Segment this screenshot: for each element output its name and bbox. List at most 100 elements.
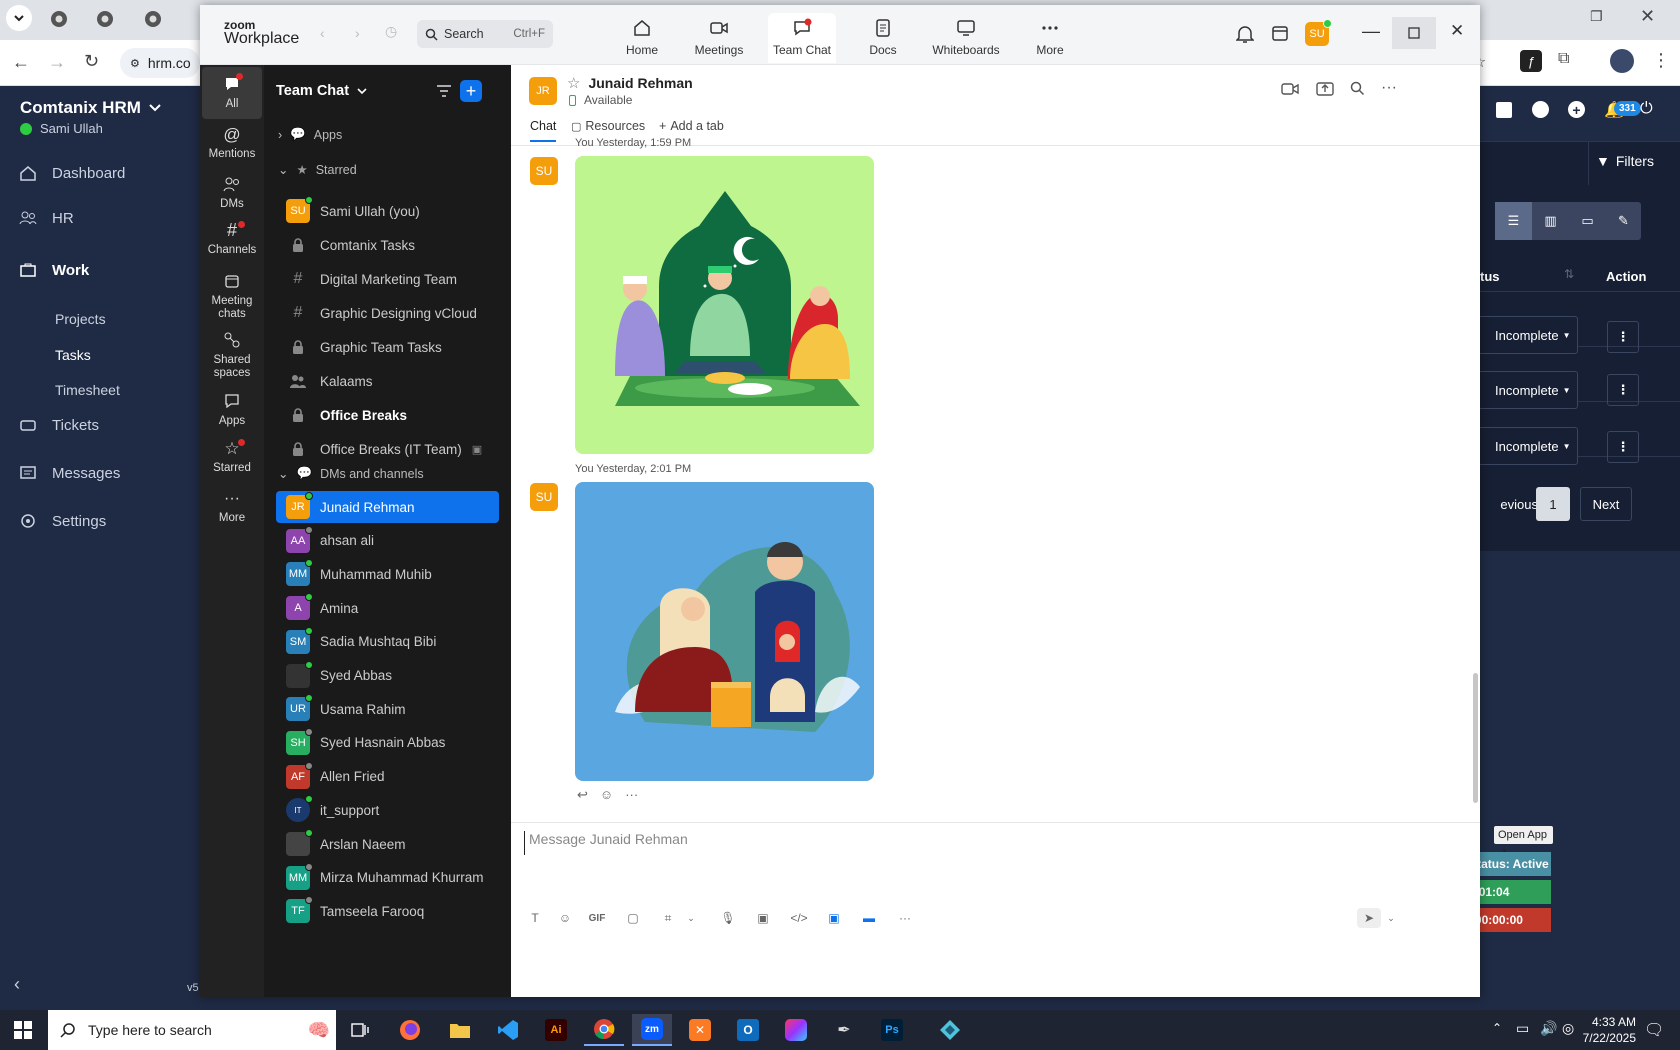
scrollbar[interactable]	[1473, 673, 1478, 803]
family-charity-illustration[interactable]	[575, 482, 874, 781]
add-icon[interactable]: +	[1568, 101, 1585, 118]
contact-name[interactable]: Junaid Rehman	[588, 75, 692, 91]
status-select[interactable]: Incomplete ▼	[1478, 316, 1578, 354]
pagination-next[interactable]: Next	[1580, 487, 1632, 521]
vscode-icon[interactable]	[488, 1014, 528, 1046]
reload-icon[interactable]: ↻	[84, 51, 99, 72]
team-chat-header[interactable]: Team Chat	[276, 83, 367, 99]
back-arrow-icon[interactable]: ←	[12, 52, 30, 73]
rail-dms[interactable]: DMs	[202, 173, 262, 211]
chrome-tab-icon[interactable]	[144, 10, 164, 30]
collapse-sidebar-icon[interactable]: ‹	[14, 974, 20, 995]
screenshot-icon[interactable]: ⌗	[658, 908, 678, 928]
rail-channels[interactable]: # Channels	[202, 219, 262, 257]
rail-more[interactable]: ··· More	[202, 487, 262, 525]
send-icon[interactable]: ➤	[1357, 908, 1381, 928]
contact-avatar[interactable]: JR	[529, 77, 557, 105]
illustrator-icon[interactable]: Ai	[536, 1014, 576, 1046]
add-tab-button[interactable]: + Add a tab	[659, 119, 724, 133]
section-starred[interactable]: ⌄ ★ Starred	[278, 162, 357, 178]
row-actions-button[interactable]: ⋮	[1607, 374, 1639, 406]
tab-meetings[interactable]: Meetings	[684, 13, 754, 63]
back-arrow-icon[interactable]: ‹	[320, 25, 325, 41]
profile-avatar[interactable]	[1610, 49, 1634, 73]
rail-apps[interactable]: Apps	[202, 390, 262, 428]
site-settings-icon[interactable]: ⚙	[130, 57, 140, 70]
url-field[interactable]: ⚙ hrm.co	[120, 48, 200, 78]
starred-item[interactable]: # Digital Marketing Team	[276, 263, 499, 295]
text-format-icon[interactable]: T	[525, 908, 545, 928]
browser-menu-icon[interactable]: ⋮	[1652, 50, 1670, 71]
photoshop-icon[interactable]: Ps	[872, 1014, 912, 1046]
chat-tab[interactable]: Chat	[530, 119, 557, 142]
open-app-button[interactable]: Open App ↗	[1494, 826, 1553, 859]
pin-icon[interactable]: ✎	[1606, 202, 1641, 240]
video-call-icon[interactable]	[1281, 82, 1299, 96]
nav-hr[interactable]: HR	[18, 208, 74, 228]
status-select[interactable]: Incomplete ▼	[1478, 371, 1578, 409]
clock-icon[interactable]	[1532, 101, 1549, 118]
calendar-view-icon[interactable]: ▭	[1569, 202, 1606, 240]
list-view-icon[interactable]: ☰	[1495, 202, 1532, 240]
more-options-icon[interactable]: ···	[1381, 79, 1397, 97]
whiteboard-icon[interactable]: ▬	[859, 908, 879, 928]
notification-center-icon[interactable]: 🗨	[1644, 1020, 1664, 1040]
nav-tasks[interactable]: Tasks	[55, 347, 91, 363]
pagination-previous[interactable]: evious	[1478, 487, 1538, 521]
chrome-tab-icon[interactable]	[96, 10, 116, 30]
creative-cloud-icon[interactable]	[776, 1014, 816, 1046]
task-view-icon[interactable]	[340, 1014, 380, 1046]
rail-starred[interactable]: ☆ Starred	[202, 437, 262, 475]
message-author-avatar[interactable]: SU	[530, 483, 558, 511]
starred-item[interactable]: Kalaams	[276, 365, 499, 397]
nav-timesheet[interactable]: Timesheet	[55, 382, 120, 398]
sticky-note-icon[interactable]	[1496, 102, 1512, 118]
tab-whiteboards[interactable]: Whiteboards	[918, 13, 1014, 63]
rail-mentions[interactable]: @ Mentions	[202, 123, 262, 161]
dm-item[interactable]: TF Tamseela Farooq	[276, 895, 499, 927]
nav-work[interactable]: Work	[18, 260, 89, 280]
dm-item[interactable]: AA ahsan ali	[276, 525, 499, 557]
row-actions-button[interactable]: ⋮	[1607, 431, 1639, 463]
chrome-icon[interactable]	[584, 1014, 624, 1046]
filters-button[interactable]: ▼ Filters	[1596, 153, 1654, 169]
tab-docs[interactable]: Docs	[855, 13, 911, 63]
starred-item[interactable]: Office Breaks (IT Team) ▣	[276, 433, 499, 465]
rail-all[interactable]: All	[202, 67, 262, 119]
emoji-icon[interactable]: ☺	[555, 908, 575, 928]
message-author-avatar[interactable]: SU	[530, 157, 558, 185]
video-message-icon[interactable]: ▣	[753, 908, 773, 928]
emoji-reaction-icon[interactable]: ☺	[600, 787, 613, 803]
forward-arrow-icon[interactable]: →	[48, 52, 66, 73]
zoom-app-icon[interactable]: zm	[632, 1014, 672, 1046]
starred-item[interactable]: Comtanix Tasks	[276, 229, 499, 261]
dm-item[interactable]: A Amina	[276, 592, 499, 624]
file-icon[interactable]: ▢	[623, 908, 643, 928]
section-apps[interactable]: › 💬 Apps	[278, 127, 342, 142]
tab-more[interactable]: More	[1022, 13, 1078, 63]
section-dms[interactable]: ⌄ 💬 DMs and channels	[278, 466, 424, 481]
filter-icon[interactable]	[436, 84, 452, 98]
dm-item[interactable]: SM Sadia Mushtaq Bibi	[276, 626, 499, 658]
restore-window-icon[interactable]: ❐	[1590, 8, 1603, 25]
dm-item[interactable]: Syed Abbas	[276, 660, 499, 692]
dm-item[interactable]: JR Junaid Rehman	[276, 491, 499, 523]
minimize-icon[interactable]: —	[1362, 21, 1380, 42]
chevron-down-icon[interactable]: ⌄	[1381, 908, 1401, 928]
more-options-icon[interactable]: ···	[625, 787, 638, 803]
app-icon[interactable]: ▣	[824, 908, 844, 928]
starred-item[interactable]: Graphic Team Tasks	[276, 331, 499, 363]
forward-arrow-icon[interactable]: ›	[355, 25, 360, 41]
zoom-search[interactable]: Search Ctrl+F	[417, 20, 553, 48]
dm-item[interactable]: AF Allen Fried	[276, 761, 499, 793]
tab-home[interactable]: Home	[612, 13, 672, 63]
dm-item[interactable]: MM Mirza Muhammad Khurram	[276, 862, 499, 894]
reply-icon[interactable]: ↩	[577, 787, 588, 803]
desktop-app-icon[interactable]	[930, 1014, 970, 1046]
star-icon[interactable]: ☆	[567, 74, 580, 92]
new-chat-button[interactable]: +	[460, 80, 482, 102]
status-select[interactable]: Incomplete ▼	[1478, 427, 1578, 465]
status-column-header[interactable]: tus	[1480, 269, 1500, 284]
rail-shared-spaces[interactable]: Shared spaces	[202, 329, 262, 380]
row-actions-button[interactable]: ⋮	[1607, 321, 1639, 353]
